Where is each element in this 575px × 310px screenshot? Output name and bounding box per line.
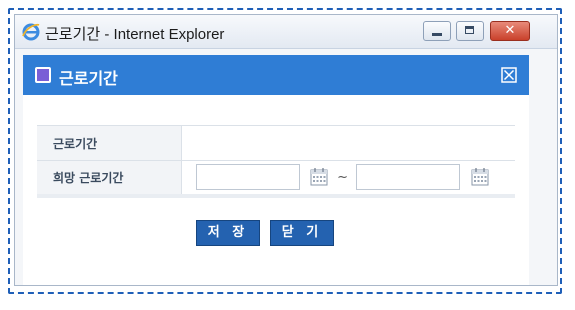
popup-body: 근로기간 희망 근로기간 ~ 저 장 닫 기 [23, 95, 529, 285]
maximize-icon [465, 26, 474, 34]
calendar-icon[interactable] [309, 167, 329, 187]
ie-window: 근로기간 - Internet Explorer ✕ 근로기간 근로기간 희망 … [14, 14, 558, 286]
minimize-icon [432, 33, 442, 36]
end-date-input[interactable] [355, 164, 460, 191]
close-button[interactable]: 닫 기 [270, 220, 334, 246]
popup-header: 근로기간 [23, 55, 529, 95]
start-date-input[interactable] [195, 164, 300, 191]
work-period-form: 근로기간 희망 근로기간 ~ [37, 125, 515, 198]
window-titlebar: 근로기간 - Internet Explorer ✕ [15, 15, 557, 49]
popup-title: 근로기간 [59, 69, 118, 88]
minimize-button[interactable] [423, 21, 451, 41]
window-close-button[interactable]: ✕ [490, 21, 530, 41]
form-row-desired-period: 희망 근로기간 ~ [37, 160, 515, 198]
save-button[interactable]: 저 장 [196, 220, 260, 246]
desired-period-label: 희망 근로기간 [37, 160, 182, 198]
popup-title-icon [35, 67, 51, 83]
window-title: 근로기간 - Internet Explorer [45, 26, 225, 43]
calendar-icon[interactable] [470, 167, 490, 187]
internet-explorer-icon [22, 23, 40, 41]
work-period-label: 근로기간 [37, 125, 182, 161]
date-range-separator: ~ [337, 169, 349, 185]
work-period-value [181, 125, 515, 161]
form-row-work-period: 근로기간 [37, 125, 515, 161]
close-icon: ✕ [504, 23, 516, 38]
maximize-button[interactable] [456, 21, 484, 41]
close-box-icon[interactable] [501, 67, 517, 83]
desired-period-fields: ~ [181, 160, 515, 198]
